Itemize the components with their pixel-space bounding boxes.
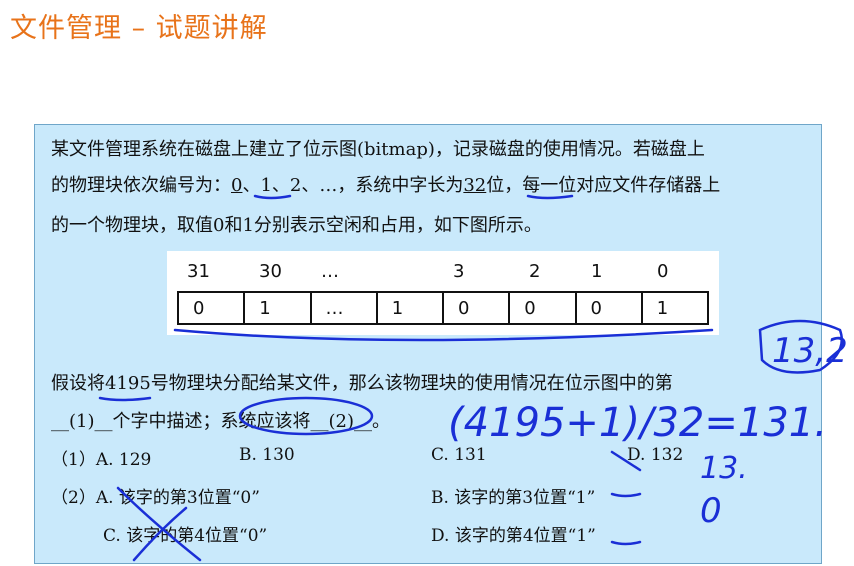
option-2b: B. 该字的第3位置“1” [431,488,596,508]
option-2c: C. 该字的第4位置“0” [103,526,268,546]
bit-header-30: 30 [259,261,282,282]
bit-header-1: 1 [591,261,603,282]
bit-cell: 0 [179,293,246,323]
question-panel: 某文件管理系统在磁盘上建立了位示图(bitmap)，记录磁盘的使用情况。若磁盘上… [34,124,822,564]
option-1c: C. 131 [431,445,487,465]
option-2a: （2）A. 该字的第3位置“0” [51,488,260,508]
bit-cell: 1 [378,293,444,323]
option-2d: D. 该字的第4位置“1” [431,526,596,546]
bitmap-figure: 31 30 … 3 2 1 0 0 1 … 1 0 0 0 1 [167,251,719,335]
question-line-2-b: 0 [231,175,243,196]
bit-cell: 1 [656,297,669,319]
question-line-3: 的一个物理块，取值0和1分别表示空闲和占用，如下图所示。 [51,215,542,236]
question-line-1: 某文件管理系统在磁盘上建立了位示图(bitmap)，记录磁盘的使用情况。若磁盘上 [51,139,705,160]
bit-row: 0 1 … 1 0 0 0 1 [177,291,709,325]
option-1b: B. 130 [239,445,295,465]
bit-cell: 0 [577,293,643,323]
question-line-2-e: 位，每一位对应文件存储器上 [486,175,721,196]
bit-header-31: 31 [187,261,210,282]
question-line-2-a: 的物理块依次编号为： [51,175,231,196]
option-1d: D. 132 [627,445,684,465]
question-line-4: 假设将4195号物理块分配给某文件，那么该物理块的使用情况在位示图中的第 [51,373,673,394]
bit-header-ellipsis: … [321,261,339,282]
question-line-2-d: 32 [463,175,487,196]
bit-header-0: 0 [657,261,669,282]
question-line-2-c: 、1、2、…，系统中字长为 [242,175,464,196]
bit-cell: 0 [444,293,511,323]
bit-header-2: 2 [529,261,541,282]
bit-cell: 0 [510,293,577,323]
slide-title: 文件管理 – 试题讲解 [10,13,268,44]
option-1a: （1）A. 129 [51,450,152,470]
question-line-5: __(1)__个字中描述；系统应该将__(2)__。 [51,411,390,432]
bit-cell: … [312,293,378,323]
bit-cell: 1 [245,293,312,323]
bit-header-3: 3 [453,261,465,282]
question-line-2: 的物理块依次编号为：0、1、2、…，系统中字长为32位，每一位对应文件存储器上 [51,171,720,197]
